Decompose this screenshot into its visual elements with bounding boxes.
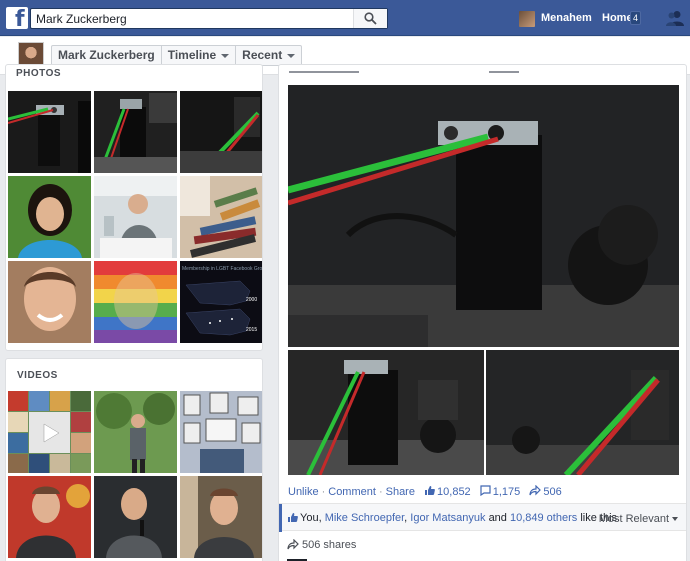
post-actions: Unlike · Comment · Share 10,852 1,175 506	[288, 484, 562, 498]
share-count[interactable]: 506	[543, 486, 561, 498]
portrait-photo	[8, 261, 91, 343]
comment-sort-dropdown[interactable]: Most Relevant	[599, 513, 678, 525]
search-box	[30, 8, 388, 29]
friend-requests-icon[interactable]	[666, 10, 684, 26]
portrait-video	[180, 476, 262, 558]
laser-device-photo	[288, 85, 679, 347]
share-icon	[529, 484, 542, 496]
home-count-badge: 4	[630, 11, 642, 25]
comment-count[interactable]: 1,175	[493, 486, 521, 498]
videos-title: VIDEOS	[17, 370, 58, 381]
laser-photo	[94, 93, 177, 173]
search-input[interactable]	[31, 9, 351, 28]
rainbow-portrait-photo	[94, 261, 177, 343]
map-year-2000: 2000	[246, 297, 258, 303]
photo-thumbnail[interactable]	[8, 261, 91, 343]
likes-text: You, Mike Schroepfer, Igor Matsanyuk and…	[300, 512, 621, 524]
others-link[interactable]: 10,849 others	[510, 512, 577, 524]
logo-letter: f	[15, 7, 25, 30]
frames-video	[180, 391, 262, 473]
map-caption: Membership in LGBT Facebook Groups	[182, 266, 263, 272]
shares-link[interactable]: 506 shares	[287, 538, 356, 551]
play-icon[interactable]	[38, 421, 62, 445]
likes-accent-bar	[279, 504, 282, 532]
user-name: Menahem	[541, 12, 592, 24]
facebook-logo-icon[interactable]: f	[6, 7, 28, 29]
share-link[interactable]: Share	[386, 486, 415, 498]
video-thumbnail[interactable]	[180, 476, 262, 558]
post-main-photo[interactable]	[288, 85, 679, 347]
photo-thumbnail[interactable]	[180, 91, 262, 173]
photo-thumbnail[interactable]	[94, 91, 177, 173]
search-button[interactable]	[353, 9, 387, 28]
photo-thumbnail[interactable]	[94, 261, 177, 343]
photo-thumbnail[interactable]	[8, 176, 91, 258]
photo-thumbnail[interactable]	[180, 176, 262, 258]
search-icon	[364, 12, 377, 25]
breadcrumb-profile-name[interactable]: Mark Zuckerberg	[52, 46, 162, 65]
video-thumbnail[interactable]	[8, 476, 91, 558]
top-navigation-bar: f Menahem Home 4	[0, 0, 690, 36]
share-icon	[287, 538, 299, 550]
laser-photo	[8, 101, 91, 173]
breadcrumb-recent-dropdown[interactable]: Recent	[236, 46, 301, 65]
map-year-2015: 2015	[246, 327, 258, 333]
liker-link-2[interactable]: Igor Matsanyuk	[410, 512, 485, 524]
comment-icon	[480, 485, 491, 497]
chevron-down-icon	[221, 53, 230, 58]
breadcrumb-timeline-dropdown[interactable]: Timeline	[162, 46, 237, 65]
breadcrumb: Mark Zuckerberg Timeline Recent	[51, 45, 303, 66]
laser-device-photo	[288, 350, 484, 475]
post-photo-2[interactable]	[288, 350, 484, 475]
videos-section: VIDEOS	[5, 358, 263, 561]
office-photo	[94, 176, 177, 258]
laser-photo	[180, 97, 262, 173]
chevron-down-icon	[287, 53, 296, 58]
likes-summary: You, Mike Schroepfer, Igor Matsanyuk and…	[279, 503, 686, 532]
portrait-video	[8, 476, 91, 558]
home-link[interactable]: Home	[602, 12, 633, 24]
portrait-photo	[8, 176, 91, 258]
like-count[interactable]: 10,852	[437, 486, 471, 498]
comment-link[interactable]: Comment	[328, 486, 376, 498]
laser-device-photo	[486, 350, 679, 475]
books-photo	[180, 176, 262, 258]
post-card: Unlike · Comment · Share 10,852 1,175 506 Yo…	[278, 64, 687, 561]
unlike-link[interactable]: Unlike	[288, 486, 319, 498]
chevron-down-icon	[672, 517, 678, 522]
post-header-cut	[289, 69, 589, 75]
photos-title: PHOTOS	[16, 68, 62, 79]
photo-thumbnail[interactable]: Membership in LGBT Facebook Groups 2000 …	[180, 261, 263, 343]
video-thumbnail[interactable]	[94, 476, 177, 558]
video-thumbnail[interactable]	[180, 391, 262, 473]
liker-link-1[interactable]: Mike Schroepfer	[325, 512, 404, 524]
photo-thumbnail[interactable]	[8, 91, 91, 173]
post-photo-3[interactable]	[486, 350, 679, 475]
video-thumbnail[interactable]	[8, 391, 91, 473]
thumbs-up-icon	[288, 513, 298, 522]
photos-section: PHOTOS Membership in LGBT Facebook Group…	[5, 64, 263, 351]
photo-thumbnail[interactable]	[94, 176, 177, 258]
video-thumbnail[interactable]	[94, 391, 177, 473]
garden-video	[94, 391, 177, 473]
avatar	[519, 11, 535, 27]
like-icon	[425, 486, 435, 495]
portrait-video	[94, 476, 177, 558]
